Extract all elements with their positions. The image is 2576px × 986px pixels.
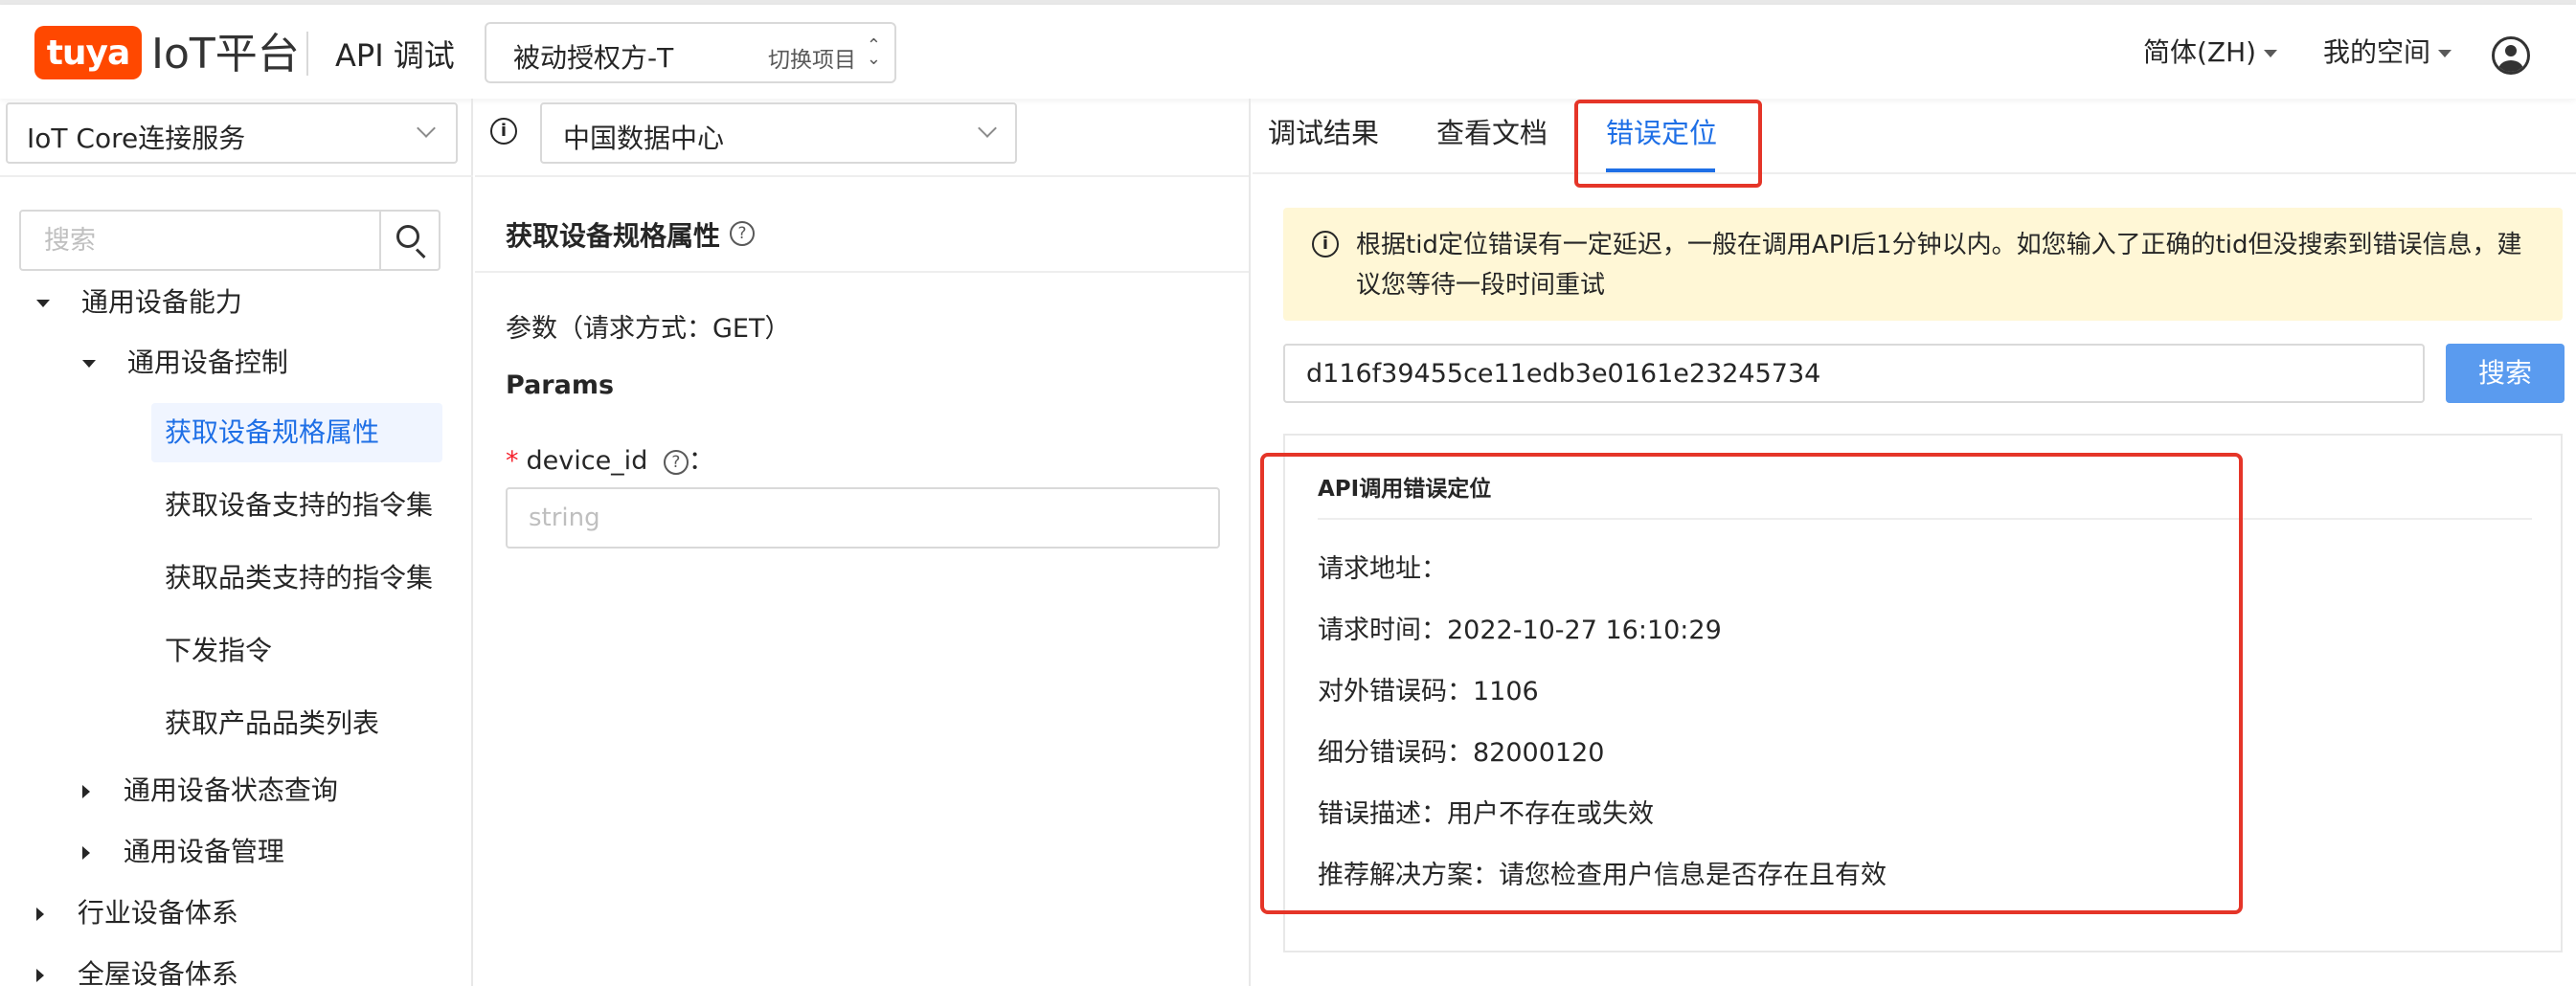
- api-name-heading: 获取设备规格属性: [506, 220, 721, 252]
- datacenter-select[interactable]: 中国数据中心: [540, 102, 1017, 164]
- tabs-divider: [1253, 172, 2576, 174]
- page-title: API 调试: [335, 37, 455, 74]
- expanded-arrow-icon: [36, 300, 50, 307]
- search-button[interactable]: [379, 212, 439, 269]
- header-divider: [306, 32, 308, 76]
- tree-label: 通用设备管理: [123, 836, 284, 867]
- project-selector[interactable]: 被动授权方-T 切换项目 ⌃ ⌄: [485, 22, 896, 83]
- highlight-box-result: [1260, 453, 2243, 914]
- device-id-label: * device_id ?：: [506, 439, 714, 477]
- up-down-arrow-icon: ⌃ ⌄: [866, 35, 881, 69]
- help-icon[interactable]: ?: [663, 449, 689, 475]
- tree-leaf-product-categories[interactable]: 获取产品品类列表: [165, 705, 379, 743]
- chevron-down-icon: [417, 119, 436, 138]
- project-name: 被动授权方-T: [513, 42, 674, 74]
- info-icon[interactable]: i: [490, 118, 517, 145]
- field-name: device_id: [526, 446, 648, 476]
- api-search: [19, 210, 441, 271]
- highlight-box-tab: [1574, 100, 1762, 188]
- user-avatar-icon[interactable]: [2492, 36, 2530, 75]
- tree-leaf-category-instructions[interactable]: 获取品类支持的指令集: [165, 559, 433, 597]
- divider: [0, 175, 473, 177]
- field-colon: ：: [688, 446, 714, 476]
- divider: [475, 271, 1249, 273]
- chevron-down-icon: [978, 119, 997, 138]
- switch-project-label: 切换项目: [768, 48, 856, 73]
- expanded-arrow-icon: [82, 360, 96, 368]
- caret-down-icon: [2264, 50, 2278, 57]
- tid-delay-notice: i 根据tid定位错误有一定延迟，一般在调用API后1分钟以内。如您输入了正确的…: [1283, 208, 2563, 321]
- notice-text: 根据tid定位错误有一定延迟，一般在调用API后1分钟以内。如您输入了正确的ti…: [1356, 231, 2522, 300]
- tree-node-status-query[interactable]: 通用设备状态查询: [82, 772, 338, 810]
- tree-label: 通用设备能力: [80, 286, 242, 318]
- collapsed-arrow-icon: [82, 846, 90, 860]
- tree-node-device-management[interactable]: 通用设备管理: [82, 833, 284, 871]
- tree-leaf-send-command[interactable]: 下发指令: [165, 632, 272, 670]
- workspace-dropdown[interactable]: 我的空间: [2323, 34, 2452, 72]
- tree-node-general-capability[interactable]: 通用设备能力: [36, 283, 242, 322]
- tree-label: 行业设备体系: [77, 897, 238, 929]
- platform-name: IoT平台: [151, 30, 300, 78]
- service-select-value: IoT Core连接服务: [27, 123, 246, 154]
- tree-label: 全屋设备体系: [77, 958, 238, 986]
- top-header: tuya IoT平台 API 调试 被动授权方-T 切换项目 ⌃ ⌄ 简体(ZH)…: [0, 5, 2576, 99]
- collapsed-arrow-icon: [36, 908, 44, 921]
- tree-node-industry-devices[interactable]: 行业设备体系: [36, 894, 238, 932]
- device-id-input[interactable]: [506, 487, 1220, 549]
- info-icon: i: [1312, 231, 1339, 258]
- tree-node-device-control[interactable]: 通用设备控制: [82, 344, 288, 382]
- tree-leaf-device-instructions[interactable]: 获取设备支持的指令集: [165, 486, 433, 525]
- request-panel: i 中国数据中心 获取设备规格属性 ? 参数（请求方式：GET） Params …: [475, 99, 1251, 986]
- collapsed-arrow-icon: [36, 969, 44, 982]
- help-icon[interactable]: ?: [730, 221, 755, 246]
- datacenter-value: 中国数据中心: [563, 123, 725, 154]
- tree-label: 通用设备控制: [126, 347, 288, 378]
- api-sidebar: IoT Core连接服务 通用设备能力 通用设备控制 获取设备规格属性 获取设备…: [0, 99, 473, 986]
- params-heading: Params: [506, 370, 615, 400]
- divider: [475, 175, 1249, 177]
- language-label: 简体(ZH): [2143, 36, 2257, 68]
- tree-leaf-get-device-spec[interactable]: 获取设备规格属性: [165, 414, 379, 452]
- tid-input[interactable]: [1283, 344, 2425, 403]
- language-dropdown[interactable]: 简体(ZH): [2143, 34, 2278, 72]
- tuya-logo[interactable]: tuya: [34, 26, 142, 79]
- search-icon: [396, 225, 419, 248]
- tab-view-docs[interactable]: 查看文档: [1436, 114, 1548, 152]
- service-select[interactable]: IoT Core连接服务: [6, 102, 458, 164]
- required-mark: *: [506, 446, 519, 476]
- param-method-label: 参数（请求方式：GET）: [506, 314, 791, 344]
- search-input[interactable]: [21, 212, 383, 269]
- caret-down-icon: [2438, 50, 2452, 57]
- collapsed-arrow-icon: [82, 785, 90, 798]
- tree-label: 通用设备状态查询: [123, 774, 338, 806]
- workspace-label: 我的空间: [2323, 36, 2431, 68]
- tab-debug-result[interactable]: 调试结果: [1268, 114, 1379, 152]
- tree-node-whole-house-devices[interactable]: 全屋设备体系: [36, 955, 238, 986]
- search-button[interactable]: 搜索: [2446, 344, 2565, 403]
